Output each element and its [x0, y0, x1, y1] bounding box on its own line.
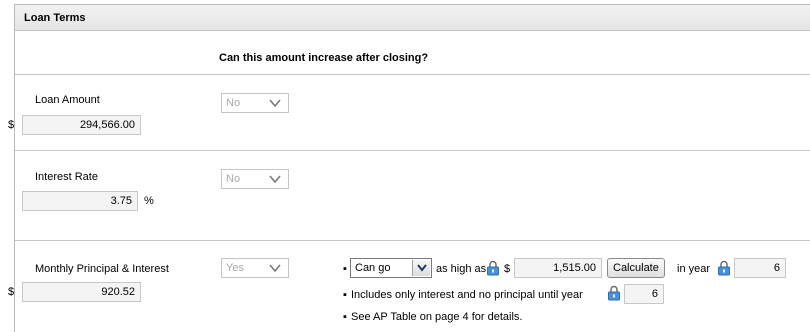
loan-amount-field[interactable]: 294,566.00: [22, 115, 141, 135]
interest-rate-field[interactable]: 3.75: [22, 191, 138, 211]
bullet: ▪: [343, 263, 347, 275]
lock-icon[interactable]: [486, 260, 500, 276]
dollar-sign: $: [504, 263, 511, 275]
currency-symbol: $: [8, 119, 15, 131]
in-year-label: in year: [677, 263, 711, 275]
loan-amount-label: Loan Amount: [35, 94, 100, 106]
divider: [15, 150, 810, 151]
increase-question: Can this amount increase after closing?: [219, 52, 429, 64]
bullet: ▪: [343, 289, 347, 301]
max-payment-field[interactable]: 1,515.00: [514, 258, 602, 278]
dropdown-button[interactable]: [412, 260, 430, 276]
lock-icon[interactable]: [607, 285, 621, 301]
monthly-pi-increase-select: Yes: [221, 258, 289, 278]
divider: [15, 74, 810, 75]
monthly-pi-label: Monthly Principal & Interest: [35, 263, 169, 275]
interest-rate-increase-value: No: [226, 173, 241, 185]
divider: [15, 240, 810, 241]
loan-amount-increase-value: No: [226, 97, 241, 109]
can-go-value: Can go: [355, 262, 391, 274]
lock-icon[interactable]: [717, 260, 731, 276]
max-payment-year-field[interactable]: 6: [734, 258, 786, 278]
interest-rate-increase-select: No: [221, 169, 289, 189]
interest-rate-label: Interest Rate: [35, 171, 98, 183]
bullet: ▪: [343, 311, 347, 323]
percent-unit: %: [144, 195, 154, 207]
monthly-pi-field[interactable]: 920.52: [22, 282, 141, 302]
interest-only-year-field[interactable]: 6: [624, 284, 664, 304]
chevron-down-icon: [269, 175, 281, 184]
panel-header: Loan Terms: [15, 5, 810, 31]
ap-table-text: See AP Table on page 4 for details.: [351, 311, 523, 323]
panel-title: Loan Terms: [24, 12, 86, 24]
loan-terms-panel: Loan Terms Can this amount increase afte…: [8, 4, 810, 332]
calculate-button[interactable]: Calculate: [607, 258, 665, 278]
interest-only-text: Includes only interest and no principal …: [351, 289, 583, 301]
currency-symbol: $: [8, 286, 15, 298]
chevron-down-icon: [269, 99, 281, 108]
chevron-down-icon: [417, 264, 427, 272]
can-go-select[interactable]: Can go: [350, 258, 432, 278]
monthly-pi-increase-value: Yes: [226, 262, 244, 274]
as-high-as-label: as high as: [436, 263, 487, 275]
loan-amount-increase-select: No: [221, 93, 289, 113]
chevron-down-icon: [269, 264, 281, 273]
